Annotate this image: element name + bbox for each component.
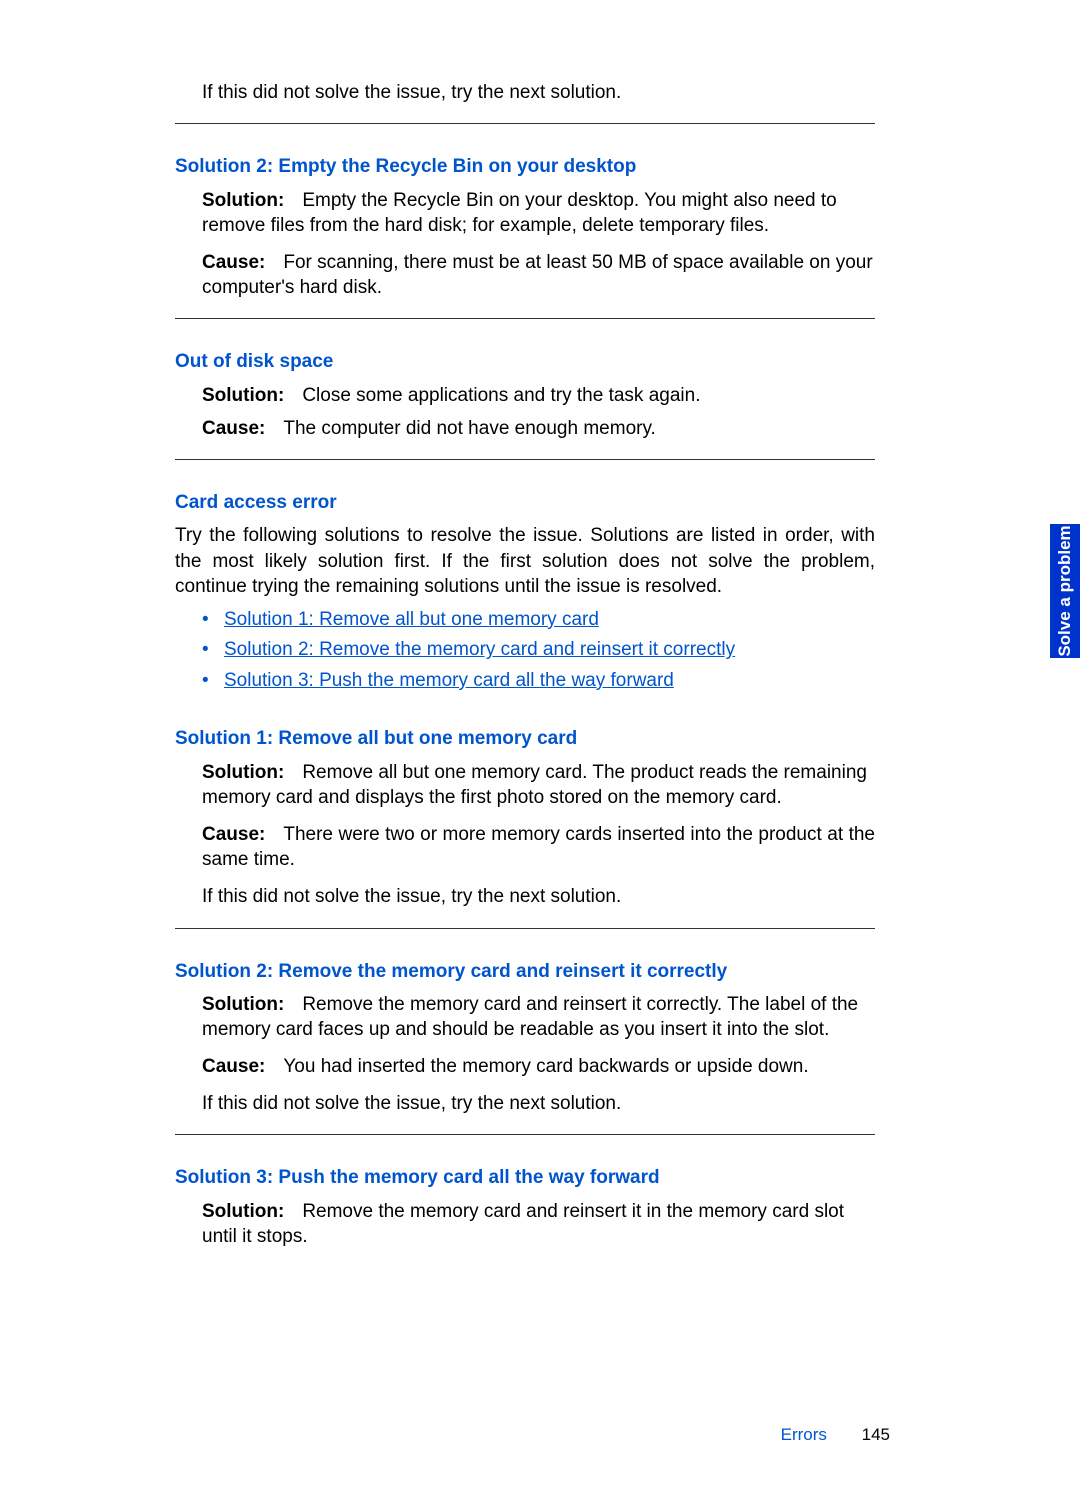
section-card-sol3: Solution 3: Push the memory card all the… xyxy=(175,1165,875,1249)
solution-link-3[interactable]: Solution 3: Push the memory card all the… xyxy=(224,670,674,691)
side-tab: Solve a problem xyxy=(1050,524,1080,658)
continuation-paragraph: If this did not solve the issue, try the… xyxy=(202,80,875,105)
solution-link-list: •Solution 1: Remove all but one memory c… xyxy=(175,607,875,695)
cause-text: For scanning, there must be at least 50 … xyxy=(202,252,873,298)
solution-text: Close some applications and try the task… xyxy=(302,385,700,406)
solution-label: Solution: xyxy=(202,385,284,406)
cause-paragraph: Cause: The computer did not have enough m… xyxy=(202,416,875,441)
section-heading: Solution 1: Remove all but one memory ca… xyxy=(175,726,875,752)
bullet-icon: • xyxy=(202,637,224,664)
cause-label: Cause: xyxy=(202,418,265,439)
cause-label: Cause: xyxy=(202,824,265,845)
cause-text: There were two or more memory cards inse… xyxy=(202,824,875,870)
solution-text: Empty the Recycle Bin on your desktop. Y… xyxy=(202,190,837,236)
solution-text: Remove all but one memory card. The prod… xyxy=(202,762,867,808)
list-item: •Solution 2: Remove the memory card and … xyxy=(202,637,875,664)
side-tab-label: Solve a problem xyxy=(1055,525,1075,656)
bullet-icon: • xyxy=(202,668,224,695)
section-intro: Try the following solutions to resolve t… xyxy=(175,523,875,598)
solution-text: Remove the memory card and reinsert it i… xyxy=(202,1201,844,1247)
section-heading: Solution 3: Push the memory card all the… xyxy=(175,1165,875,1191)
solution-label: Solution: xyxy=(202,1201,284,1222)
cause-label: Cause: xyxy=(202,1056,265,1077)
continuation-text: If this did not solve the issue, try the… xyxy=(175,80,875,105)
footer-section-name: Errors xyxy=(781,1425,827,1444)
solution-label: Solution: xyxy=(202,994,284,1015)
solution-link-2[interactable]: Solution 2: Remove the memory card and r… xyxy=(224,639,735,660)
list-item: •Solution 1: Remove all but one memory c… xyxy=(202,607,875,634)
solution-label: Solution: xyxy=(202,190,284,211)
section-divider xyxy=(175,459,875,460)
solution-paragraph: Solution:Remove all but one memory card.… xyxy=(202,760,875,810)
section-heading: Solution 2: Remove the memory card and r… xyxy=(175,959,875,985)
cause-paragraph: Cause: You had inserted the memory card b… xyxy=(202,1054,875,1079)
solution-paragraph: Solution:Empty the Recycle Bin on your d… xyxy=(202,188,875,238)
list-item: •Solution 3: Push the memory card all th… xyxy=(202,668,875,695)
solution-text: Remove the memory card and reinsert it c… xyxy=(202,994,858,1040)
solution-paragraph: Solution:Remove the memory card and rein… xyxy=(202,992,875,1042)
bullet-icon: • xyxy=(202,607,224,634)
cause-text: The computer did not have enough memory. xyxy=(283,418,655,439)
solution-link-1[interactable]: Solution 1: Remove all but one memory ca… xyxy=(224,609,599,630)
cause-label: Cause: xyxy=(202,252,265,273)
section-out-of-disk: Out of disk space Solution: Close some ap… xyxy=(175,349,875,441)
section-card-sol1: Solution 1: Remove all but one memory ca… xyxy=(175,726,875,909)
page-content: If this did not solve the issue, try the… xyxy=(175,80,875,1257)
solution-paragraph: Solution: Close some applications and try… xyxy=(202,383,875,408)
section-heading: Card access error xyxy=(175,490,875,516)
footer-page-number: 145 xyxy=(862,1425,890,1445)
continuation-paragraph: If this did not solve the issue, try the… xyxy=(202,884,875,909)
section-card-sol2: Solution 2: Remove the memory card and r… xyxy=(175,959,875,1117)
solution-label: Solution: xyxy=(202,762,284,783)
section-divider xyxy=(175,318,875,319)
continuation-paragraph: If this did not solve the issue, try the… xyxy=(202,1091,875,1116)
section-divider xyxy=(175,123,875,124)
section-heading: Out of disk space xyxy=(175,349,875,375)
section-empty-recycle: Solution 2: Empty the Recycle Bin on you… xyxy=(175,154,875,300)
page-footer: Errors 145 xyxy=(781,1425,890,1445)
section-divider xyxy=(175,928,875,929)
cause-text: You had inserted the memory card backwar… xyxy=(283,1056,808,1077)
cause-paragraph: Cause:For scanning, there must be at lea… xyxy=(202,250,875,300)
solution-paragraph: Solution:Remove the memory card and rein… xyxy=(202,1199,875,1249)
section-card-access: Card access error Try the following solu… xyxy=(175,490,875,695)
cause-paragraph: Cause:There were two or more memory card… xyxy=(202,822,875,872)
section-divider xyxy=(175,1134,875,1135)
section-heading: Solution 2: Empty the Recycle Bin on you… xyxy=(175,154,875,180)
